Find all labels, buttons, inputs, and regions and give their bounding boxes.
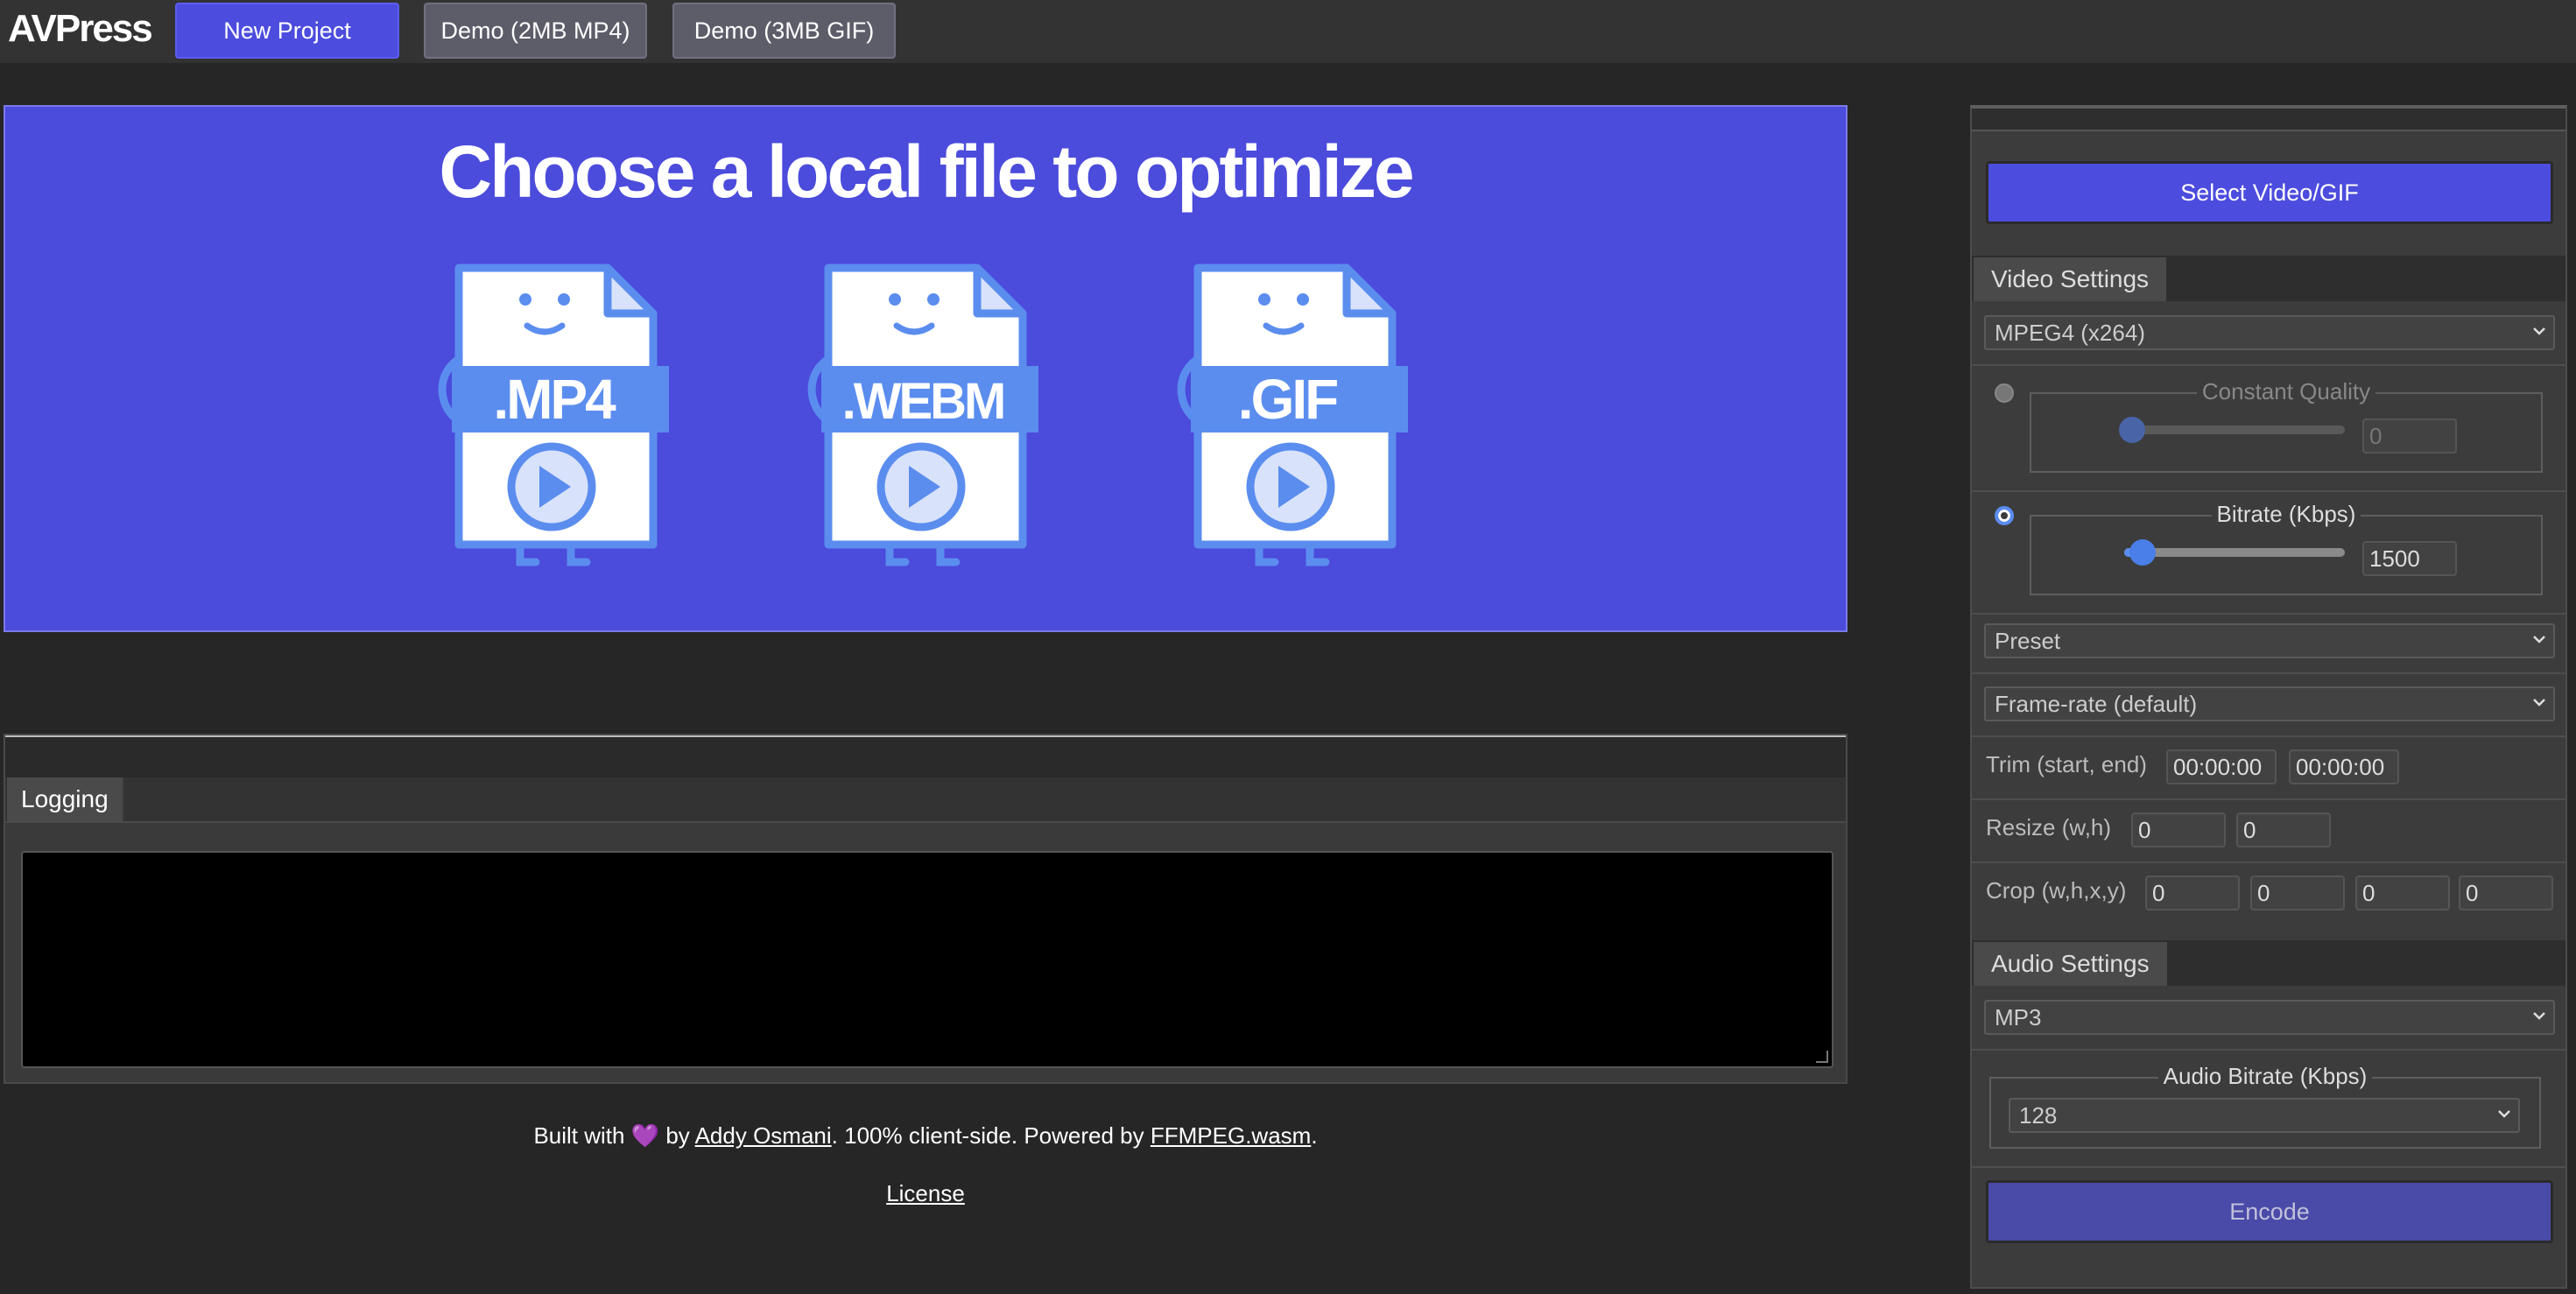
chevron-down-icon (2533, 636, 2545, 643)
bitrate-slider[interactable] (2129, 539, 2156, 566)
constant-quality-track (2124, 425, 2345, 434)
audio-bitrate-fieldset: Audio Bitrate (Kbps) 128 (1989, 1063, 2541, 1149)
bitrate-radio[interactable] (1995, 506, 2014, 525)
video-codec-value: MPEG4 (x264) (1995, 319, 2145, 346)
file-webm-icon: .WEBM (807, 264, 1038, 566)
resize-height-input[interactable]: 0 (2236, 812, 2331, 847)
log-output[interactable] (21, 851, 1833, 1068)
logging-tab-row: Logging (5, 777, 1846, 823)
video-codec-select[interactable]: MPEG4 (x264) (1984, 315, 2555, 350)
audio-bitrate-select[interactable]: 128 (2009, 1098, 2520, 1133)
file-gif-icon: .GIF (1177, 264, 1408, 566)
demo-mp4-button[interactable]: Demo (2MB MP4) (424, 3, 647, 59)
demo-gif-button[interactable]: Demo (3MB GIF) (672, 3, 896, 59)
crop-label: Crop (w,h,x,y) (1986, 877, 2127, 904)
divider (1972, 613, 2565, 615)
crop-x-input[interactable]: 0 (2355, 876, 2450, 911)
audio-codec-select[interactable]: MP3 (1984, 1000, 2555, 1035)
app-logo: AVPress (8, 7, 153, 50)
preset-value: Preset (1995, 627, 2061, 654)
chevron-down-icon (2498, 1110, 2510, 1118)
select-video-button[interactable]: Select Video/GIF (1986, 161, 2553, 224)
resize-label: Resize (w,h) (1986, 814, 2112, 840)
divider (1972, 672, 2565, 674)
video-settings-header: Video Settings (1972, 256, 2565, 301)
footer-credits: Built with 💜 by Addy Osmani. 100% client… (4, 1122, 1848, 1150)
divider (1972, 1049, 2565, 1051)
logging-panel-header (5, 735, 1846, 777)
license-link[interactable]: License (886, 1180, 965, 1206)
trim-label: Trim (start, end) (1986, 751, 2147, 777)
divider (1972, 735, 2565, 737)
constant-quality-fieldset: Constant Quality 0 (2030, 378, 2543, 473)
trim-end-input[interactable]: 00:00:00 (2289, 749, 2399, 784)
bitrate-label: Bitrate (Kbps) (2211, 501, 2361, 527)
tab-audio-settings[interactable]: Audio Settings (1974, 942, 2167, 986)
encode-button[interactable]: Encode (1986, 1180, 2553, 1243)
audio-settings-header: Audio Settings (1972, 940, 2565, 986)
divider (1972, 798, 2565, 800)
audio-bitrate-label: Audio Bitrate (Kbps) (2157, 1063, 2373, 1089)
bitrate-fieldset: Bitrate (Kbps) 1500 (2030, 501, 2543, 595)
bitrate-input[interactable]: 1500 (2362, 541, 2457, 576)
constant-quality-slider[interactable] (2119, 417, 2145, 443)
framerate-value: Frame-rate (default) (1995, 690, 2198, 717)
divider (1972, 364, 2565, 366)
author-link[interactable]: Addy Osmani (695, 1122, 832, 1149)
bitrate-track (2124, 548, 2345, 557)
crop-y-input[interactable]: 0 (2459, 876, 2553, 911)
new-project-button[interactable]: New Project (175, 3, 399, 59)
chevron-down-icon (2533, 699, 2545, 707)
tab-logging[interactable]: Logging (7, 777, 124, 821)
top-bar: AVPress New Project Demo (2MB MP4) Demo … (0, 0, 2576, 63)
audio-bitrate-value: 128 (2019, 1101, 2058, 1129)
ffmpeg-link[interactable]: FFMPEG.wasm (1151, 1122, 1311, 1149)
file-mp4-icon: .MP4 (438, 264, 669, 566)
crop-width-input[interactable]: 0 (2145, 876, 2240, 911)
framerate-select[interactable]: Frame-rate (default) (1984, 686, 2555, 721)
tab-video-settings[interactable]: Video Settings (1974, 257, 2167, 301)
hero-title: Choose a local file to optimize (439, 130, 1414, 213)
file-ext-label: .WEBM (842, 373, 1004, 430)
divider (1972, 861, 2565, 863)
resize-grip-icon[interactable] (1816, 1051, 1828, 1063)
file-dropzone[interactable]: Choose a local file to optimize .MP4 .WE… (4, 105, 1848, 632)
preset-select[interactable]: Preset (1984, 623, 2555, 658)
file-ext-label: .GIF (1238, 368, 1337, 431)
chevron-down-icon (2533, 327, 2545, 335)
footer-text: Built with (533, 1122, 625, 1149)
footer-text: by (665, 1122, 690, 1149)
heart-icon: 💜 (630, 1122, 660, 1149)
footer-text: . 100% client-side. Powered by (831, 1122, 1144, 1149)
divider (1972, 1166, 2565, 1168)
chevron-down-icon (2533, 1012, 2545, 1020)
audio-codec-value: MP3 (1995, 1003, 2042, 1030)
settings-sidebar: Select Video/GIF Video Settings MPEG4 (x… (1970, 105, 2567, 1289)
constant-quality-input[interactable]: 0 (2362, 418, 2457, 454)
divider (1972, 490, 2565, 492)
trim-start-input[interactable]: 00:00:00 (2166, 749, 2277, 784)
file-ext-label: .MP4 (493, 368, 616, 431)
crop-height-input[interactable]: 0 (2250, 876, 2345, 911)
constant-quality-label: Constant Quality (2196, 378, 2376, 404)
logging-panel: Logging (4, 734, 1848, 1084)
constant-quality-radio[interactable] (1995, 383, 2014, 403)
sidebar-header (1972, 109, 2565, 131)
footer-license: License (4, 1180, 1848, 1207)
resize-width-input[interactable]: 0 (2131, 812, 2226, 847)
footer-text: . (1311, 1122, 1318, 1149)
